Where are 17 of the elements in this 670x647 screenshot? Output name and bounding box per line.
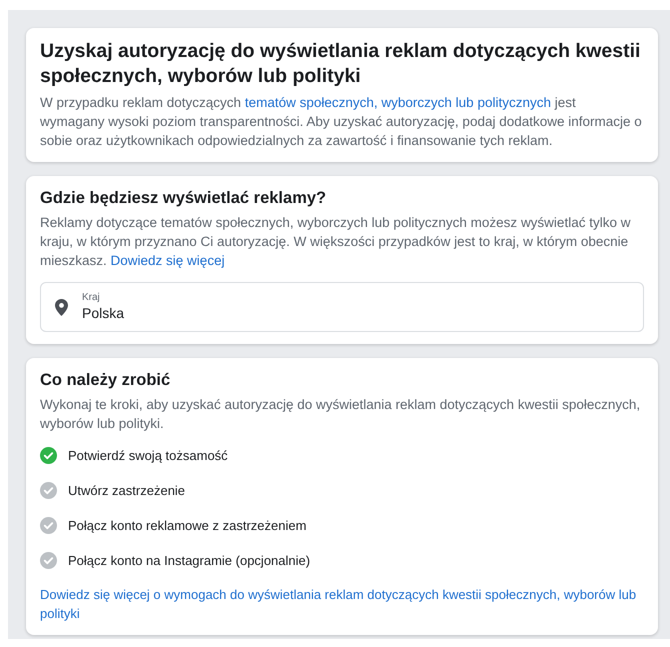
learn-more-link[interactable]: Dowiedz się więcej [110, 253, 225, 268]
topics-link[interactable]: tematów społecznych, wyborczych lub politycznych [244, 95, 551, 110]
step-label: Potwierdź swoją tożsamość [68, 448, 228, 463]
country-field[interactable]: Kraj Polska [40, 282, 644, 332]
page-title: Uzyskaj autoryzację do wyświetlania reklam dotyczących kwestii społecznych, wyborów lub polityki [40, 39, 642, 89]
field-value: Polska [82, 304, 124, 323]
steps-text: Wykonaj te kroki, aby uzyskać autoryzację do wyświetlania reklam dotyczących kwestii społecznych, wyborów lub polityki. [40, 396, 642, 433]
step-label: Połącz konto na Instagramie (opcjonalnie) [68, 553, 310, 568]
step-label: Połącz konto reklamowe z zastrzeżeniem [68, 518, 306, 533]
intro-text: W przypadku reklam dotyczących tematów społecznych, wyborczych lub politycznych jest wymagany wysoki poziom transparentności. Aby uzyskać autoryzację, podaj dodatkowe informacje o sobie oraz użytkownikach odpowiedzialnych za zawartość i finansowanie tych reklam. [40, 94, 643, 150]
location-text: Reklamy dotyczące tematów społecznych, wyborczych lub politycznych możesz wyświetlać tylko w kraju, w którym przyznano Ci autoryzację. W większości przypadków jest to kraj, w którym obecnie mieszkasz. Dowiedz się więcej [40, 214, 632, 270]
field-label: Kraj [82, 291, 101, 304]
section-title: Co należy zrobić [40, 370, 172, 391]
step-label: Utwórz zastrzeżenie [68, 483, 186, 498]
section-title: Gdzie będziesz wyświetlać reklamy? [40, 188, 328, 209]
location-pin-icon [55, 298, 68, 316]
requirements-link[interactable]: Dowiedz się więcej o wymogach do wyświetlania reklam dotyczących kwestii społecznych, wyborów lub polityki [40, 585, 644, 623]
